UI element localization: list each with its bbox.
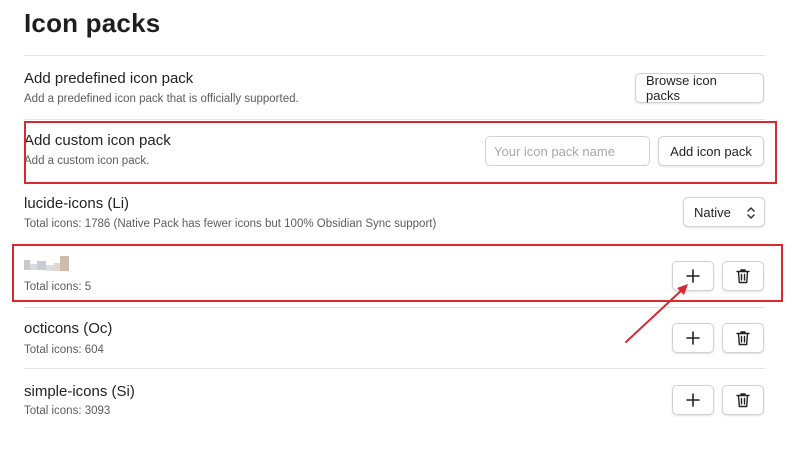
lucide-variant-select-value: Native	[694, 204, 731, 220]
icon-pack-name-input[interactable]	[485, 136, 650, 166]
pack-name: simple-icons (Si)	[24, 383, 135, 400]
custom-pack-name: Add custom icon pack	[24, 132, 171, 149]
pack-total-icons: Total icons: 604	[24, 344, 104, 356]
pack-total-icons: Total icons: 3093	[24, 405, 111, 417]
lucide-variant-select[interactable]: Native	[683, 197, 765, 227]
divider	[24, 368, 765, 369]
browse-icon-packs-button[interactable]: Browse icon packs	[635, 73, 764, 103]
divider	[24, 307, 765, 308]
divider	[24, 55, 765, 56]
predefined-pack-description: Add a predefined icon pack that is offic…	[24, 93, 299, 105]
divider	[24, 245, 765, 246]
plus-icon	[686, 393, 700, 407]
divider	[24, 119, 765, 120]
delete-pack-button[interactable]	[722, 261, 764, 291]
trash-icon	[736, 331, 750, 346]
divider	[24, 183, 765, 184]
add-icon-button[interactable]	[672, 261, 714, 291]
trash-icon	[736, 269, 750, 284]
plus-icon	[686, 269, 700, 283]
add-icon-button[interactable]	[672, 385, 714, 415]
settings-page: Icon packs Add predefined icon pack Add …	[0, 0, 805, 465]
delete-pack-button[interactable]	[722, 385, 764, 415]
pack-total-icons: Total icons: 5	[24, 281, 92, 293]
lucide-pack-description: Total icons: 1786 (Native Pack has fewer…	[24, 218, 437, 230]
lucide-pack-name: lucide-icons (Li)	[24, 195, 130, 212]
delete-pack-button[interactable]	[722, 323, 764, 353]
predefined-pack-name: Add predefined icon pack	[24, 70, 194, 87]
plus-icon	[686, 331, 700, 345]
custom-pack-description: Add a custom icon pack.	[24, 155, 150, 167]
add-icon-pack-button[interactable]: Add icon pack	[658, 136, 764, 166]
annotation-highlight-pack-row	[12, 244, 783, 302]
add-icon-button[interactable]	[672, 323, 714, 353]
chevron-up-down-icon	[747, 207, 755, 219]
page-title: Icon packs	[24, 8, 161, 38]
pack-name: octicons (Oc)	[24, 320, 113, 337]
redacted-pack-name	[24, 256, 72, 274]
trash-icon	[736, 393, 750, 408]
